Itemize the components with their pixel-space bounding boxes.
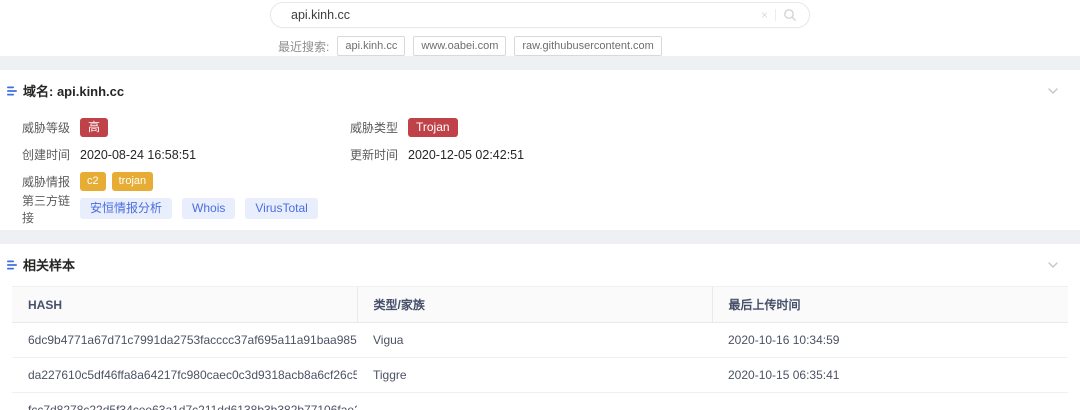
divider-band bbox=[0, 56, 1080, 70]
field-label: 威胁情报 bbox=[22, 173, 80, 190]
virustotal-link[interactable]: VirusTotal bbox=[245, 198, 317, 220]
chevron-down-icon[interactable] bbox=[1046, 84, 1060, 98]
last-upload-cell: – bbox=[712, 393, 1068, 410]
domain-panel-header: 域名: api.kinh.cc bbox=[0, 70, 1080, 100]
samples-panel: 相关样本 HASH 类型/家族 最后上传时间 6dc9b4771a67d71c7… bbox=[0, 244, 1080, 408]
field-label: 更新时间 bbox=[350, 146, 408, 163]
hash-cell: da227610c5df46ffa8a64217fc980caec0c3d931… bbox=[12, 358, 357, 393]
section-list-icon bbox=[6, 259, 18, 271]
family-cell: – bbox=[357, 393, 712, 410]
domain-panel: 域名: api.kinh.cc 威胁等级 高 创建时间 2020-08-24 1… bbox=[0, 70, 1080, 230]
search-input[interactable]: api.kinh.cc bbox=[291, 8, 350, 22]
field-label: 威胁等级 bbox=[22, 119, 80, 136]
recent-search-label: 最近搜索: bbox=[278, 38, 329, 55]
intel-tag: c2 bbox=[80, 172, 106, 190]
table-row: da227610c5df46ffa8a64217fc980caec0c3d931… bbox=[12, 358, 1068, 393]
divider-band bbox=[0, 230, 1080, 244]
recent-search-chip[interactable]: api.kinh.cc bbox=[337, 36, 405, 56]
domain-fields-right: 威胁类型 Trojan 更新时间 2020-12-05 02:42:51 bbox=[350, 114, 1080, 222]
anheng-intel-link[interactable]: 安恒情报分析 bbox=[80, 198, 172, 220]
hash-cell: 6dc9b4771a67d71c7991da2753facccc37af695a… bbox=[12, 323, 357, 358]
intel-tag: trojan bbox=[112, 172, 154, 190]
recent-search-chip[interactable]: www.oabei.com bbox=[413, 36, 506, 56]
domain-fields: 威胁等级 高 创建时间 2020-08-24 16:58:51 威胁情报 c2 … bbox=[0, 114, 1080, 222]
threat-level-badge: 高 bbox=[80, 118, 108, 137]
threat-type-badge: Trojan bbox=[408, 118, 458, 137]
table-row: 6dc9b4771a67d71c7991da2753facccc37af695a… bbox=[12, 323, 1068, 358]
family-cell: Tiggre bbox=[357, 358, 712, 393]
field-updated-time: 更新时间 2020-12-05 02:42:51 bbox=[350, 141, 1080, 168]
column-header-last-upload: 最后上传时间 bbox=[712, 287, 1068, 323]
search-bar-actions: × bbox=[761, 8, 797, 22]
search-divider bbox=[775, 9, 776, 21]
field-threat-level: 威胁等级 高 bbox=[22, 114, 350, 141]
clear-icon[interactable]: × bbox=[761, 9, 768, 21]
field-created-time: 创建时间 2020-08-24 16:58:51 bbox=[22, 141, 350, 168]
column-header-hash: HASH bbox=[12, 287, 357, 323]
section-list-icon bbox=[6, 85, 18, 97]
domain-fields-left: 威胁等级 高 创建时间 2020-08-24 16:58:51 威胁情报 c2 … bbox=[0, 114, 350, 222]
field-label: 威胁类型 bbox=[350, 119, 408, 136]
field-third-party-links: 第三方链接 安恒情报分析 Whois VirusTotal bbox=[22, 195, 350, 222]
whois-link[interactable]: Whois bbox=[182, 198, 235, 220]
table-row: fcc7d8278c22d5f34cee63a1d7c211dd6138b3b3… bbox=[12, 393, 1068, 410]
family-cell: Vigua bbox=[357, 323, 712, 358]
samples-panel-header: 相关样本 bbox=[0, 244, 1080, 274]
last-upload-cell: 2020-10-16 10:34:59 bbox=[712, 323, 1068, 358]
search-icon[interactable] bbox=[783, 8, 797, 22]
updated-time-value: 2020-12-05 02:42:51 bbox=[408, 148, 524, 162]
recent-search-chip[interactable]: raw.githubusercontent.com bbox=[514, 36, 661, 56]
last-upload-cell: 2020-10-15 06:35:41 bbox=[712, 358, 1068, 393]
search-bar[interactable]: api.kinh.cc × bbox=[270, 2, 810, 28]
chevron-down-icon[interactable] bbox=[1046, 258, 1060, 272]
table-header-row: HASH 类型/家族 最后上传时间 bbox=[12, 287, 1068, 323]
field-threat-type: 威胁类型 Trojan bbox=[350, 114, 1080, 141]
column-header-family: 类型/家族 bbox=[357, 287, 712, 323]
search-area: api.kinh.cc × 最近搜索: api.kinh.cc www.oabe… bbox=[0, 0, 1080, 56]
hash-cell: fcc7d8278c22d5f34cee63a1d7c211dd6138b3b3… bbox=[12, 393, 357, 410]
samples-panel-title: 相关样本 bbox=[23, 255, 75, 274]
domain-panel-title: 域名: api.kinh.cc bbox=[23, 81, 124, 100]
recent-searches: 最近搜索: api.kinh.cc www.oabei.com raw.gith… bbox=[278, 36, 662, 56]
field-label: 第三方链接 bbox=[22, 192, 80, 226]
samples-table: HASH 类型/家族 最后上传时间 6dc9b4771a67d71c7991da… bbox=[12, 286, 1068, 410]
created-time-value: 2020-08-24 16:58:51 bbox=[80, 148, 196, 162]
field-label: 创建时间 bbox=[22, 146, 80, 163]
page: api.kinh.cc × 最近搜索: api.kinh.cc www.oabe… bbox=[0, 0, 1080, 410]
